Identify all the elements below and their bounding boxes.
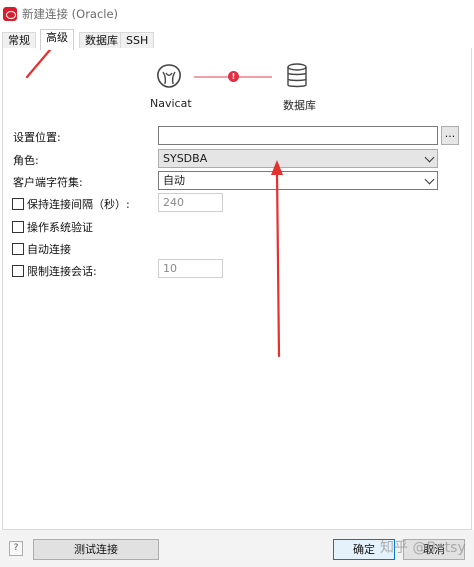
limit-sessions-row: 限制连接会话: bbox=[12, 263, 97, 279]
advanced-panel bbox=[2, 48, 472, 530]
diagram-label-database: 数据库 bbox=[283, 99, 316, 112]
connection-diagram: ! Navicat 数据库 bbox=[150, 60, 330, 115]
tab-bar: 常规 高级 数据库 SSH bbox=[2, 29, 472, 50]
chevron-down-icon bbox=[424, 152, 435, 163]
navicat-icon bbox=[157, 64, 181, 88]
auto-connect-label: 自动连接 bbox=[27, 243, 71, 256]
client-charset-value: 自动 bbox=[163, 174, 185, 187]
title-bar: 新建连接 (Oracle) bbox=[0, 0, 474, 28]
limit-sessions-input[interactable]: 10 bbox=[158, 259, 223, 278]
keepalive-interval-input[interactable]: 240 bbox=[158, 193, 223, 212]
role-select[interactable]: SYSDBA bbox=[158, 149, 438, 168]
client-charset-label: 客户端字符集: bbox=[13, 176, 83, 189]
error-dot-icon: ! bbox=[228, 71, 239, 82]
settings-location-input[interactable] bbox=[158, 126, 438, 145]
os-auth-checkbox[interactable] bbox=[12, 221, 24, 233]
settings-location-label: 设置位置: bbox=[13, 131, 61, 144]
test-connection-button[interactable]: 测试连接 bbox=[33, 539, 159, 560]
tab-advanced[interactable]: 高级 bbox=[40, 29, 74, 50]
client-charset-select[interactable]: 自动 bbox=[158, 171, 438, 190]
auto-connect-row: 自动连接 bbox=[12, 241, 71, 257]
role-label: 角色: bbox=[13, 154, 39, 167]
os-auth-row: 操作系统验证 bbox=[12, 219, 93, 235]
role-select-value: SYSDBA bbox=[163, 152, 208, 165]
window-title: 新建连接 (Oracle) bbox=[22, 7, 119, 21]
keepalive-checkbox[interactable] bbox=[12, 198, 24, 210]
diagram-label-navicat: Navicat bbox=[150, 97, 192, 110]
chevron-down-icon bbox=[424, 174, 435, 185]
database-icon bbox=[287, 63, 307, 88]
watermark: 知乎 @Betsy bbox=[380, 540, 466, 556]
os-auth-label: 操作系统验证 bbox=[27, 221, 93, 234]
keepalive-label: 保持连接间隔（秒）: bbox=[27, 198, 130, 211]
app-icon bbox=[3, 7, 17, 21]
browse-button[interactable]: ... bbox=[441, 126, 459, 145]
limit-sessions-checkbox[interactable] bbox=[12, 265, 24, 277]
auto-connect-checkbox[interactable] bbox=[12, 243, 24, 255]
help-icon[interactable]: ? bbox=[9, 541, 23, 556]
keepalive-row: 保持连接间隔（秒）: bbox=[12, 196, 130, 212]
limit-sessions-label: 限制连接会话: bbox=[27, 265, 97, 278]
